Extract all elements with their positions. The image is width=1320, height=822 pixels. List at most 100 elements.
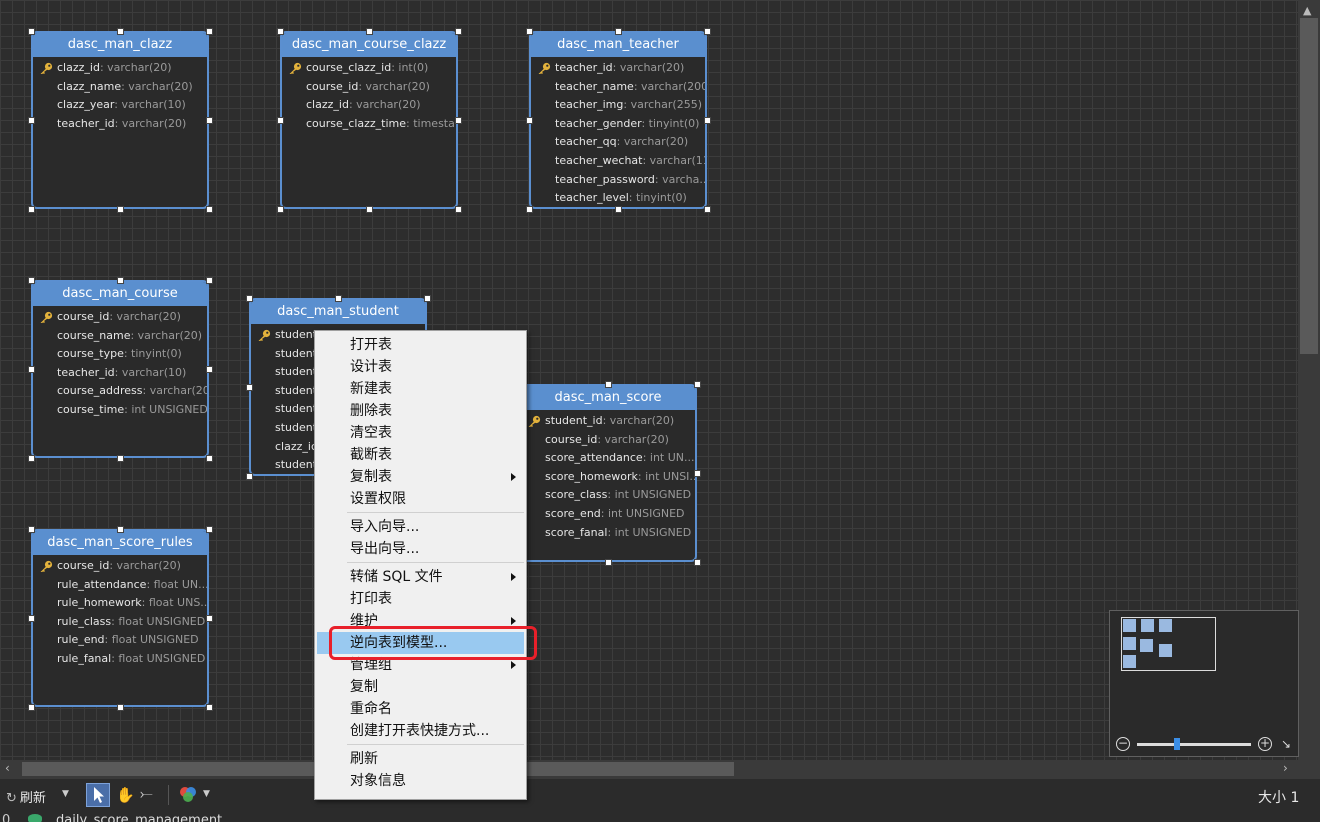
resize-handle[interactable]: [246, 295, 253, 302]
chevron-down-icon[interactable]: ▼: [62, 789, 69, 799]
resize-handle[interactable]: [366, 28, 373, 35]
refresh-button[interactable]: ↻ 刷新: [6, 787, 46, 806]
resize-handle[interactable]: [206, 117, 213, 124]
resize-handle[interactable]: [28, 615, 35, 622]
scroll-up-icon[interactable]: ▲: [1303, 4, 1311, 17]
menu-item[interactable]: 设计表: [315, 356, 526, 378]
color-palette-icon[interactable]: [178, 786, 198, 808]
table-field[interactable]: rule_attendance: float UN...: [33, 576, 207, 595]
vertical-scrollbar[interactable]: ▲: [1298, 0, 1320, 760]
menu-item[interactable]: 对象信息: [315, 770, 526, 792]
er-table-dasc-man-course[interactable]: dasc_man_course course_id: varchar(20) cou…: [31, 280, 209, 458]
resize-handle[interactable]: [206, 704, 213, 711]
table-field[interactable]: clazz_id: varchar(20): [33, 59, 207, 78]
resize-handle[interactable]: [28, 206, 35, 213]
table-field[interactable]: clazz_year: varchar(10): [33, 96, 207, 115]
resize-handle[interactable]: [206, 526, 213, 533]
table-field[interactable]: score_class: int UNSIGNED: [521, 486, 695, 505]
table-field[interactable]: course_clazz_id: int(0): [282, 59, 456, 78]
resize-handle[interactable]: [277, 117, 284, 124]
resize-handle[interactable]: [704, 117, 711, 124]
er-table-dasc-man-score-rules[interactable]: dasc_man_score_rules course_id: varchar(2…: [31, 529, 209, 707]
resize-handle[interactable]: [206, 277, 213, 284]
resize-handle[interactable]: [277, 206, 284, 213]
resize-handle[interactable]: [615, 28, 622, 35]
resize-handle[interactable]: [28, 28, 35, 35]
resize-handle[interactable]: [28, 366, 35, 373]
zoom-out-icon[interactable]: −: [1116, 737, 1130, 751]
menu-item[interactable]: 刷新: [315, 748, 526, 770]
chevron-down-icon[interactable]: ▼: [203, 789, 210, 799]
table-field[interactable]: rule_homework: float UNS...: [33, 594, 207, 613]
menu-item[interactable]: 删除表: [315, 400, 526, 422]
horizontal-scrollbar[interactable]: ‹ ›: [0, 760, 1298, 778]
table-field[interactable]: teacher_name: varchar(200): [531, 78, 705, 97]
table-field[interactable]: score_homework: int UNSI...: [521, 468, 695, 487]
hand-tool-icon[interactable]: ✋: [116, 786, 135, 804]
table-field[interactable]: course_address: varchar(20): [33, 382, 207, 401]
table-field[interactable]: teacher_id: varchar(10): [33, 364, 207, 383]
table-field[interactable]: course_clazz_time: timesta...: [282, 115, 456, 134]
table-field[interactable]: clazz_id: varchar(20): [282, 96, 456, 115]
menu-item[interactable]: 导出向导...: [315, 538, 526, 560]
er-table-dasc-man-teacher[interactable]: dasc_man_teacher teacher_id: varchar(20) t…: [529, 31, 707, 209]
resize-handle[interactable]: [28, 455, 35, 462]
menu-item[interactable]: 重命名: [315, 698, 526, 720]
table-field[interactable]: rule_end: float UNSIGNED: [33, 631, 207, 650]
resize-handle[interactable]: [246, 473, 253, 480]
resize-handle[interactable]: [117, 704, 124, 711]
zoom-slider-track[interactable]: [1137, 743, 1251, 746]
table-field[interactable]: teacher_password: varcha...: [531, 171, 705, 190]
menu-item[interactable]: 清空表: [315, 422, 526, 444]
table-field[interactable]: course_id: varchar(20): [282, 78, 456, 97]
table-field[interactable]: teacher_wechat: varchar(11): [531, 152, 705, 171]
resize-handle[interactable]: [694, 381, 701, 388]
menu-item[interactable]: 复制: [315, 676, 526, 698]
table-field[interactable]: score_end: int UNSIGNED: [521, 505, 695, 524]
table-field[interactable]: teacher_qq: varchar(20): [531, 133, 705, 152]
minimap-panel[interactable]: − + ↘: [1109, 610, 1299, 757]
zoom-slider-thumb[interactable]: [1174, 738, 1180, 750]
menu-item[interactable]: 创建打开表快捷方式...: [315, 720, 526, 742]
connector-tool-icon[interactable]: ⤚: [140, 784, 153, 804]
resize-handle[interactable]: [206, 206, 213, 213]
menu-item[interactable]: 复制表: [315, 466, 526, 488]
scroll-left-icon[interactable]: ‹: [5, 761, 10, 775]
resize-handle[interactable]: [526, 28, 533, 35]
zoom-in-icon[interactable]: +: [1258, 737, 1272, 751]
resize-handle[interactable]: [28, 526, 35, 533]
resize-handle[interactable]: [424, 295, 431, 302]
resize-handle[interactable]: [335, 295, 342, 302]
resize-handle[interactable]: [615, 206, 622, 213]
resize-handle[interactable]: [366, 206, 373, 213]
pointer-tool-button[interactable]: [86, 783, 110, 807]
table-field[interactable]: course_time: int UNSIGNED: [33, 401, 207, 420]
table-field[interactable]: clazz_name: varchar(20): [33, 78, 207, 97]
resize-handle[interactable]: [206, 455, 213, 462]
table-field[interactable]: teacher_gender: tinyint(0): [531, 115, 705, 134]
resize-handle[interactable]: [117, 455, 124, 462]
er-diagram-canvas[interactable]: dasc_man_clazz clazz_id: varchar(20) clazz…: [0, 0, 1298, 760]
menu-item[interactable]: 截断表: [315, 444, 526, 466]
resize-handle[interactable]: [117, 28, 124, 35]
table-field[interactable]: course_id: varchar(20): [33, 308, 207, 327]
table-field[interactable]: rule_class: float UNSIGNED: [33, 613, 207, 632]
resize-handle[interactable]: [526, 206, 533, 213]
resize-handle[interactable]: [117, 277, 124, 284]
menu-item[interactable]: 设置权限: [315, 488, 526, 510]
resize-handle[interactable]: [28, 277, 35, 284]
menu-item[interactable]: 导入向导...: [315, 516, 526, 538]
menu-item[interactable]: 转储 SQL 文件: [315, 566, 526, 588]
er-table-dasc-man-clazz[interactable]: dasc_man_clazz clazz_id: varchar(20) clazz…: [31, 31, 209, 209]
table-field[interactable]: course_id: varchar(20): [521, 431, 695, 450]
resize-handle[interactable]: [694, 559, 701, 566]
table-field[interactable]: teacher_img: varchar(255): [531, 96, 705, 115]
resize-handle[interactable]: [455, 28, 462, 35]
resize-handle[interactable]: [117, 526, 124, 533]
table-field[interactable]: teacher_id: varchar(20): [531, 59, 705, 78]
table-field[interactable]: course_name: varchar(20): [33, 327, 207, 346]
resize-handle[interactable]: [704, 28, 711, 35]
table-field[interactable]: student_id: varchar(20): [521, 412, 695, 431]
resize-handle[interactable]: [704, 206, 711, 213]
vertical-scroll-thumb[interactable]: [1300, 18, 1318, 354]
